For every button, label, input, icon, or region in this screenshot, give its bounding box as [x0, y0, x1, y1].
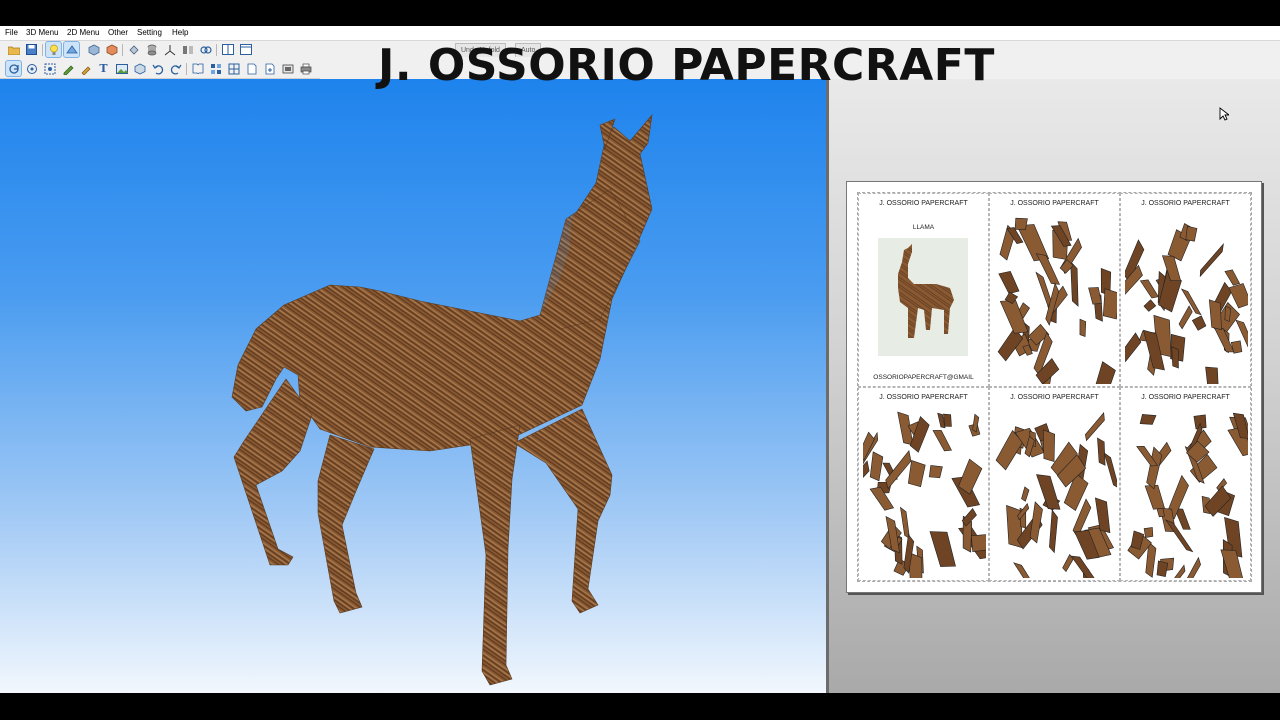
menu-other[interactable]: Other — [108, 28, 128, 38]
brush-icon[interactable] — [78, 61, 93, 76]
lightbulb-icon[interactable] — [45, 41, 62, 58]
menu-setting[interactable]: Setting — [137, 28, 162, 38]
paper-piece — [869, 451, 884, 482]
paper-piece — [928, 465, 943, 479]
select-faces-icon[interactable] — [42, 61, 57, 76]
orbit-icon[interactable] — [24, 61, 39, 76]
undo-icon[interactable] — [150, 61, 165, 76]
bottom-letterbox — [0, 693, 1280, 720]
page-title: J. OSSORIO PAPERCRAFT — [1141, 200, 1230, 207]
menu-file[interactable]: File — [5, 28, 18, 38]
paper-piece — [1049, 509, 1058, 554]
page-title: J. OSSORIO PAPERCRAFT — [1010, 394, 1099, 401]
unfolded-pieces[interactable] — [863, 408, 986, 578]
3d-view-pane[interactable] — [0, 79, 826, 693]
page-title: J. OSSORIO PAPERCRAFT — [1141, 394, 1230, 401]
single-view-icon[interactable] — [238, 42, 253, 57]
pattern-page-2: J. OSSORIO PAPERCRAFT — [1120, 193, 1251, 387]
paint-bucket-icon[interactable] — [126, 42, 141, 57]
mouse-cursor-icon — [1219, 107, 1231, 126]
paper-piece — [1156, 560, 1169, 577]
page-grid: J. OSSORIO PAPERCRAFT LLAMA OSSORIOPAPER… — [857, 192, 1252, 582]
toolbar-separator — [186, 63, 187, 75]
paper-piece — [1085, 412, 1105, 442]
link-icon[interactable] — [198, 42, 213, 57]
text-tool-icon[interactable]: T — [96, 61, 111, 76]
paper-piece — [1139, 414, 1157, 425]
cover-email: OSSORIOPAPERCRAFT@GMAIL — [873, 374, 974, 381]
paper-piece — [1093, 361, 1116, 384]
paper-piece — [900, 506, 910, 540]
pattern-page-1: J. OSSORIO PAPERCRAFT — [989, 193, 1120, 387]
pattern-page-3: J. OSSORIO PAPERCRAFT — [858, 387, 989, 581]
menu-2d[interactable]: 2D Menu — [67, 28, 99, 38]
top-letterbox — [0, 0, 1280, 26]
print-icon[interactable] — [298, 61, 313, 76]
save-icon[interactable] — [24, 42, 39, 57]
page-icon[interactable] — [244, 61, 259, 76]
unfolded-pieces[interactable] — [1125, 408, 1248, 578]
paper-piece — [1021, 486, 1030, 502]
unfolded-pieces[interactable] — [994, 408, 1117, 578]
paper-piece — [1079, 318, 1087, 337]
paper-piece — [932, 430, 952, 452]
paper-piece — [1191, 315, 1207, 331]
cover-subtitle: LLAMA — [912, 224, 935, 231]
pieces-icon[interactable] — [208, 61, 223, 76]
pencil-icon[interactable] — [60, 61, 75, 76]
rotate-icon[interactable] — [5, 60, 22, 77]
toolbar-separator — [42, 44, 43, 56]
axis-icon[interactable] — [162, 42, 177, 57]
box-icon[interactable] — [132, 61, 147, 76]
paper-piece — [1042, 429, 1055, 463]
paper-piece — [1224, 269, 1241, 286]
paper-piece — [999, 300, 1029, 334]
toolbar-separator — [216, 44, 217, 56]
model-cube-icon[interactable] — [86, 42, 101, 57]
redo-icon[interactable] — [168, 61, 183, 76]
export-icon[interactable] — [280, 61, 295, 76]
image-icon[interactable] — [114, 61, 129, 76]
page-title: J. OSSORIO PAPERCRAFT — [1010, 200, 1099, 207]
paper-piece — [929, 531, 956, 567]
cover-page: J. OSSORIO PAPERCRAFT LLAMA OSSORIOPAPER… — [858, 193, 989, 387]
paper-piece — [1184, 556, 1201, 578]
toolbar-separator — [122, 44, 123, 56]
paper-piece — [909, 416, 930, 453]
paper-piece — [1164, 519, 1194, 553]
paper-piece — [1097, 437, 1106, 466]
paper-piece — [1199, 242, 1224, 278]
mirror-icon[interactable] — [180, 42, 195, 57]
paper-piece — [1103, 452, 1117, 489]
page-add-icon[interactable] — [262, 61, 277, 76]
cylinder-icon[interactable] — [144, 42, 159, 57]
video-overlay-title: J. OSSORIO PAPERCRAFT — [378, 40, 995, 91]
unfolded-pieces[interactable] — [994, 214, 1117, 384]
pattern-sheet[interactable]: J. OSSORIO PAPERCRAFT LLAMA OSSORIOPAPER… — [846, 181, 1262, 593]
paper-piece — [1178, 305, 1193, 330]
paper-piece — [1013, 562, 1040, 578]
texture-cube-icon[interactable] — [104, 42, 119, 57]
cover-title: J. OSSORIO PAPERCRAFT — [879, 200, 968, 207]
unfolded-pieces[interactable] — [1125, 214, 1248, 384]
open-folder-icon[interactable] — [6, 42, 21, 57]
paper-piece — [907, 460, 926, 488]
paper-piece — [998, 271, 1020, 295]
unfold-icon[interactable] — [63, 41, 80, 58]
pattern-page-4: J. OSSORIO PAPERCRAFT — [989, 387, 1120, 581]
grid-icon[interactable] — [226, 61, 241, 76]
paper-piece — [1144, 484, 1165, 510]
menu-help[interactable]: Help — [172, 28, 188, 38]
paper-piece — [1205, 366, 1219, 384]
llama-3d-model[interactable] — [0, 79, 826, 693]
secondary-toolbar: T — [0, 60, 320, 79]
book-icon[interactable] — [190, 61, 205, 76]
split-view-icon[interactable] — [220, 42, 235, 57]
menu-3d[interactable]: 3D Menu — [26, 28, 58, 38]
paper-piece — [1185, 225, 1198, 242]
llama-thumbnail — [878, 238, 968, 356]
pattern-page-5: J. OSSORIO PAPERCRAFT — [1120, 387, 1251, 581]
paper-piece — [1143, 299, 1157, 312]
page-title: J. OSSORIO PAPERCRAFT — [879, 394, 968, 401]
